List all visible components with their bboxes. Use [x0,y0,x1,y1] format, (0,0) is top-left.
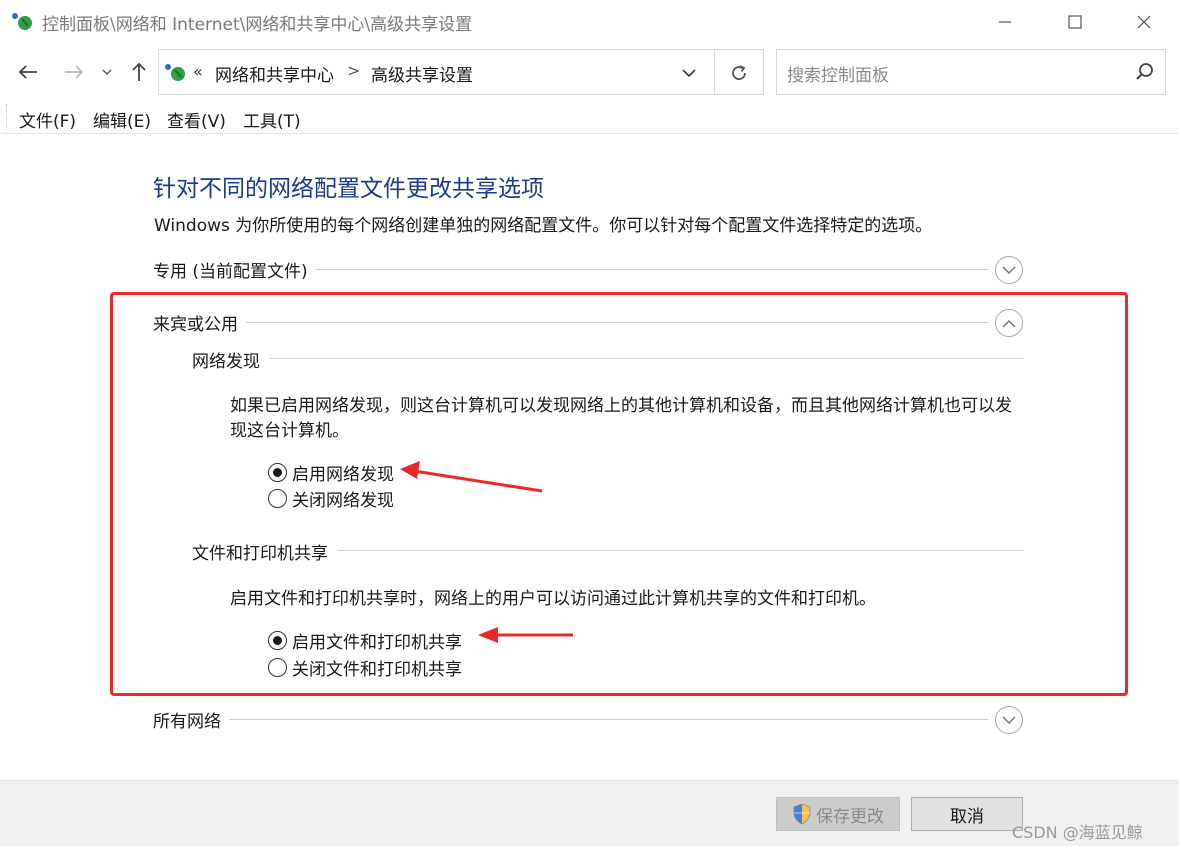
menu-edit[interactable]: 编辑(E) [93,107,151,132]
profile-public-header[interactable]: 来宾或公用 [153,306,1013,338]
subsection-divider [193,358,1024,359]
radio-button[interactable] [268,488,287,508]
breadcrumb-advanced-sharing[interactable]: 高级共享设置 [371,61,473,86]
file-printer-sharing-title: 文件和打印机共享 [192,539,338,564]
back-arrow-icon[interactable] [14,58,42,86]
menu-grip [6,104,7,130]
recent-locations-chevron-icon[interactable] [96,58,118,86]
footer-bar: 保存更改 取消 CSDN @海蓝见鲸 [0,780,1179,846]
breadcrumb-network-center[interactable]: 网络和共享中心 [215,61,334,86]
menu-view[interactable]: 查看(V) [167,107,226,132]
address-divider [714,50,715,94]
collapse-chevron-icon[interactable] [995,309,1023,337]
profile-all-label[interactable]: 所有网络 [153,707,229,732]
menu-tools[interactable]: 工具(T) [243,107,301,132]
profile-public-label[interactable]: 来宾或公用 [153,310,246,335]
profile-all-header[interactable]: 所有网络 [153,703,1013,735]
refresh-icon[interactable] [725,60,753,86]
search-placeholder: 搜索控制面板 [787,66,889,86]
save-changes-button[interactable]: 保存更改 [776,797,900,831]
radio-disable-network-discovery[interactable]: 关闭网络发现 [268,485,394,511]
menu-file[interactable]: 文件(F) [19,107,76,132]
radio-label[interactable]: 关闭文件和打印机共享 [292,655,462,680]
cancel-button[interactable]: 取消 [911,797,1023,831]
radio-disable-file-sharing[interactable]: 关闭文件和打印机共享 [268,654,462,680]
page-intro: Windows 为你所使用的每个网络创建单独的网络配置文件。你可以针对每个配置文… [154,216,933,236]
forward-arrow-icon[interactable] [60,58,88,86]
radio-label[interactable]: 启用网络发现 [292,460,394,485]
search-icon[interactable] [1135,62,1155,82]
radio-label[interactable]: 启用文件和打印机共享 [292,628,462,653]
profile-private-header[interactable]: 专用 (当前配置文件) [153,253,1013,285]
watermark-text: CSDN @海蓝见鲸 [1012,823,1143,842]
close-button[interactable] [1109,0,1179,44]
search-input[interactable]: 搜索控制面板 [776,49,1166,95]
minimize-button[interactable] [970,0,1040,44]
network-discovery-description: 如果已启用网络发现，则这台计算机可以发现网络上的其他计算机和设备，而且其他网络计… [230,396,1012,441]
network-center-icon [10,10,34,32]
address-bar[interactable]: « 网络和共享中心 > 高级共享设置 [158,49,764,95]
network-center-icon [163,61,187,83]
up-arrow-icon[interactable] [125,58,153,86]
breadcrumb-separator-icon[interactable]: > [347,61,360,80]
window-title: 控制面板\网络和 Internet\网络和共享中心\高级共享设置 [42,15,473,35]
address-overflow-chevron[interactable]: « [193,62,203,81]
radio-label[interactable]: 关闭网络发现 [292,486,394,511]
expand-chevron-icon[interactable] [995,256,1023,284]
address-dropdown-icon[interactable] [677,62,701,84]
network-discovery-title: 网络发现 [192,347,270,372]
radio-button[interactable] [268,630,287,650]
radio-button[interactable] [268,462,287,482]
radio-enable-file-sharing[interactable]: 启用文件和打印机共享 [268,627,462,653]
file-printer-sharing-description: 启用文件和打印机共享时，网络上的用户可以访问通过此计算机共享的文件和打印机。 [230,589,876,609]
page-title: 针对不同的网络配置文件更改共享选项 [153,176,544,202]
radio-button[interactable] [268,657,287,677]
profile-private-label[interactable]: 专用 (当前配置文件) [153,257,316,282]
save-label: 保存更改 [816,806,884,827]
uac-shield-icon [793,803,811,825]
radio-enable-network-discovery[interactable]: 启用网络发现 [268,459,394,485]
annotation-arrow-icon [478,627,573,643]
title-bar: 控制面板\网络和 Internet\网络和共享中心\高级共享设置 [0,0,1179,44]
maximize-button[interactable] [1040,0,1110,44]
annotation-arrow-icon [400,461,543,493]
menu-bar: 文件(F) 编辑(E) 查看(V) 工具(T) [0,100,1179,134]
expand-chevron-icon[interactable] [995,706,1023,734]
cancel-label: 取消 [950,806,984,827]
